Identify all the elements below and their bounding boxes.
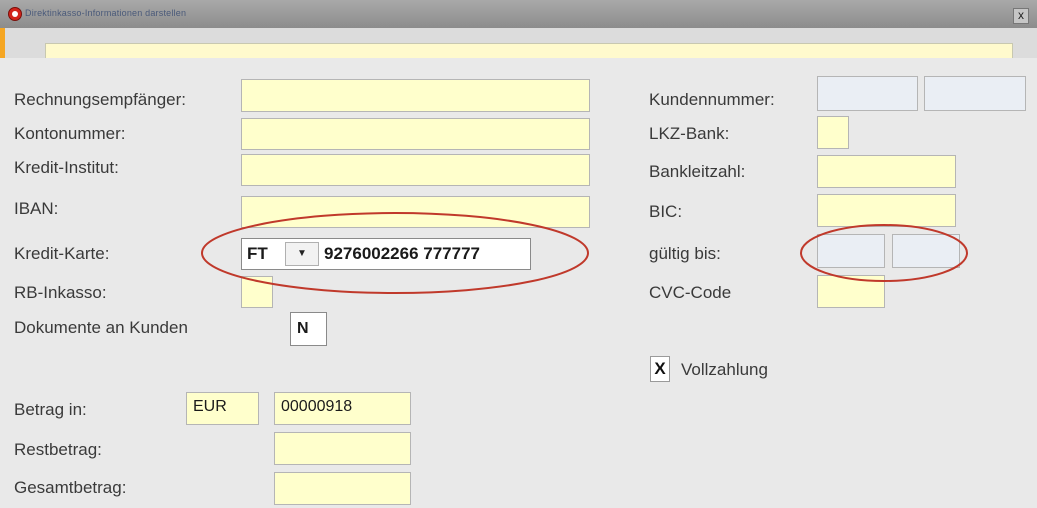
gueltig-bis-highlight-oval: [800, 224, 968, 282]
kredit-karte-highlight-oval: [201, 212, 589, 294]
annotation-ovals: [201, 212, 968, 294]
